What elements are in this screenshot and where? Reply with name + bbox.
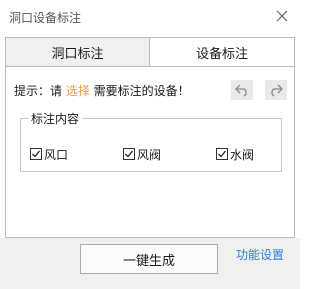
close-icon: [276, 10, 288, 22]
checkbox-label: 水阀: [230, 147, 255, 162]
tab-label: 洞口标注: [51, 46, 104, 62]
generate-button-label: 一键生成: [122, 253, 175, 269]
tab-equipment-annotation[interactable]: 设备标注: [150, 37, 295, 66]
checkbox-water-valve[interactable]: 水阀: [216, 146, 254, 162]
checkbox-label: 风阀: [137, 147, 162, 162]
checkbox-air-valve[interactable]: 风阀: [123, 146, 161, 162]
check-icon: [218, 150, 227, 158]
checkbox-box: [216, 148, 228, 160]
generate-button[interactable]: 一键生成: [80, 244, 218, 274]
tab-opening-annotation[interactable]: 洞口标注: [5, 37, 150, 66]
undo-button[interactable]: [231, 80, 253, 100]
hint-text: 提示：请 选择 需要标注的设备！: [14, 82, 190, 98]
checkbox-label: 风口: [44, 147, 69, 162]
hint-suffix: 需要标注的设备！: [89, 83, 190, 98]
undo-icon: [235, 84, 247, 97]
close-button[interactable]: [270, 4, 294, 28]
settings-link[interactable]: 功能设置: [236, 246, 284, 263]
window-title: 洞口设备标注: [9, 11, 82, 25]
checkbox-box: [123, 148, 135, 160]
title-bar: 洞口设备标注: [0, 0, 300, 32]
group-title: 标注内容: [28, 110, 83, 127]
checkbox-air-outlet[interactable]: 风口: [30, 146, 68, 162]
hint-action-word: 选择: [65, 83, 90, 98]
redo-icon: [271, 84, 283, 97]
checkbox-box: [30, 148, 42, 160]
hint-prefix: 提示：请: [14, 83, 66, 98]
check-icon: [32, 150, 41, 158]
tab-label: 设备标注: [195, 46, 248, 62]
check-icon: [125, 150, 134, 158]
tab-bar: 洞口标注 设备标注: [5, 37, 295, 67]
redo-button[interactable]: [265, 80, 287, 100]
